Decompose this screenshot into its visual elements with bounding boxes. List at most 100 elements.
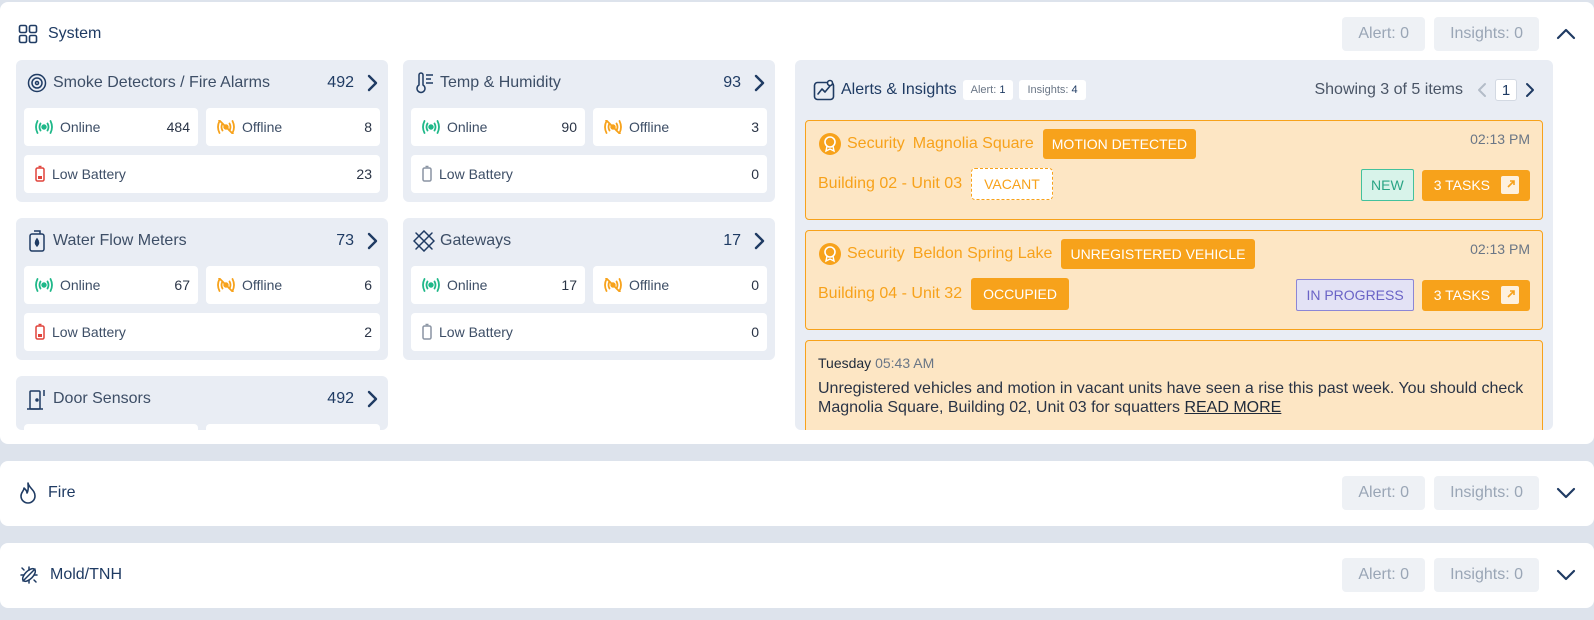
- battery-label: Low Battery: [439, 166, 513, 182]
- flame-icon: [20, 482, 36, 504]
- insights-count-pill[interactable]: Insights: 0: [1434, 476, 1539, 510]
- offline-label: Offline: [242, 119, 283, 135]
- alert-place: Beldon Spring Lake: [912, 245, 1053, 262]
- card-title: Gateways: [440, 232, 512, 249]
- alert-category: Security: [847, 245, 905, 262]
- alert-place: Magnolia Square: [912, 135, 1034, 152]
- chevron-right-icon[interactable]: [1525, 82, 1535, 98]
- expand-icon: [1501, 176, 1519, 194]
- low-battery-stat: Low Battery 23: [24, 155, 380, 193]
- occupancy-badge: OCCUPIED: [971, 278, 1069, 310]
- online-signal-icon: [35, 120, 53, 134]
- battery-icon: [422, 165, 432, 182]
- expand-button[interactable]: [1554, 481, 1578, 505]
- alert-count-pill[interactable]: Alert: 0: [1342, 558, 1426, 592]
- insights-count-pill[interactable]: Insights: 0: [1434, 17, 1539, 51]
- low-battery-stat: Low Battery 2: [24, 313, 380, 351]
- alert-category: Security: [847, 135, 905, 152]
- online-stat: Online 484: [24, 108, 198, 146]
- alert-tag: Alert: 1: [962, 80, 1014, 100]
- chevron-right-icon[interactable]: [366, 390, 378, 408]
- smoke-detectors-card: Smoke Detectors / Fire Alarms 492 Online…: [16, 60, 388, 202]
- card-count: 492: [327, 390, 354, 407]
- insights-tag-count: 4: [1071, 84, 1078, 96]
- page-number[interactable]: 1: [1495, 79, 1517, 101]
- system-title-label: System: [48, 25, 102, 42]
- chevron-down-icon: [1556, 569, 1576, 581]
- offline-stat: Offline 6: [206, 266, 380, 304]
- online-label: Online: [447, 277, 488, 293]
- online-label: Online: [60, 119, 101, 135]
- offline-label: Offline: [242, 277, 283, 293]
- online-stat: Online 67: [24, 266, 198, 304]
- chevron-right-icon[interactable]: [753, 232, 765, 250]
- occupancy-badge: VACANT: [971, 168, 1053, 200]
- insight-item: Tuesday 05:43 AM Unregistered vehicles a…: [805, 340, 1543, 430]
- offline-stat: Offline 3: [593, 108, 767, 146]
- mold-title-label: Mold/TNH: [50, 566, 123, 583]
- online-stat: Online 90: [411, 108, 585, 146]
- online-count: 484: [166, 119, 190, 135]
- mold-virus-icon: [20, 566, 38, 584]
- chevron-right-icon[interactable]: [366, 74, 378, 92]
- card-count: 93: [723, 74, 741, 91]
- collapse-button[interactable]: [1554, 22, 1578, 46]
- card-title: Water Flow Meters: [53, 232, 187, 249]
- chevron-up-icon: [1556, 28, 1576, 40]
- battery-low-icon: [35, 323, 45, 340]
- card-count: 73: [336, 232, 354, 249]
- online-signal-icon: [422, 120, 440, 134]
- online-label: Online: [447, 119, 488, 135]
- insight-text: Unregistered vehicles and motion in vaca…: [818, 380, 1524, 416]
- low-battery-stat: Low Battery 0: [411, 313, 767, 351]
- fire-title: Fire: [18, 482, 76, 504]
- card-count: 17: [723, 232, 741, 249]
- read-more-link[interactable]: READ MORE: [1184, 399, 1281, 416]
- temp-humidity-card: Temp & Humidity 93 Online 90 Offline 3 L…: [403, 60, 775, 202]
- system-panel-header: System Alert: 0 Insights: 0: [0, 16, 1594, 52]
- expand-button[interactable]: [1554, 563, 1578, 587]
- online-signal-icon: [35, 278, 53, 292]
- insights-tag-label: Insights:: [1027, 84, 1069, 96]
- insights-count-pill[interactable]: Insights: 0: [1434, 558, 1539, 592]
- tasks-button[interactable]: 3 TASKS: [1421, 279, 1530, 311]
- grid-icon: [18, 24, 38, 44]
- chevron-down-icon: [1556, 487, 1576, 499]
- alert-unit: Building 04 - Unit 32: [818, 285, 963, 302]
- expand-icon: [1501, 286, 1519, 304]
- thermometer-icon: [416, 72, 433, 94]
- online-count: 67: [174, 277, 190, 293]
- security-badge-icon: [819, 243, 841, 265]
- fire-panel: Fire Alert: 0 Insights: 0: [0, 461, 1594, 526]
- online-stat: Online 17: [411, 266, 585, 304]
- tasks-button[interactable]: 3 TASKS: [1421, 169, 1530, 201]
- battery-count: 2: [364, 324, 372, 340]
- trend-chart-icon: [813, 79, 835, 101]
- alert-item[interactable]: Security Magnolia Square MOTION DETECTED…: [805, 120, 1543, 220]
- insight-date: Tuesday 05:43 AM: [818, 355, 1530, 371]
- door-sensor-icon: [27, 390, 45, 410]
- battery-label: Low Battery: [52, 166, 126, 182]
- online-label: Online: [60, 277, 101, 293]
- offline-signal-icon: [217, 120, 235, 134]
- alert-count-pill[interactable]: Alert: 0: [1342, 17, 1426, 51]
- gateways-card: Gateways 17 Online 17 Offline 0 Low Batt…: [403, 218, 775, 360]
- door-sensors-card: Door Sensors 492: [16, 376, 388, 430]
- alert-event-badge: MOTION DETECTED: [1042, 129, 1197, 159]
- chevron-left-icon[interactable]: [1477, 82, 1487, 98]
- alert-item[interactable]: Security Beldon Spring Lake UNREGISTERED…: [805, 230, 1543, 330]
- battery-count: 0: [751, 324, 759, 340]
- insights-tag: Insights: 4: [1019, 80, 1086, 100]
- status-badge: IN PROGRESS: [1296, 279, 1414, 311]
- tasks-label: 3 TASKS: [1433, 177, 1490, 193]
- fire-title-label: Fire: [48, 484, 76, 501]
- alert-count-pill[interactable]: Alert: 0: [1342, 476, 1426, 510]
- battery-label: Low Battery: [439, 324, 513, 340]
- battery-count: 0: [751, 166, 759, 182]
- card-title: Door Sensors: [53, 390, 151, 407]
- offline-count: 3: [751, 119, 759, 135]
- chevron-right-icon[interactable]: [366, 232, 378, 250]
- smoke-detector-icon: [27, 73, 47, 93]
- alert-time: 02:13 PM: [1470, 131, 1530, 147]
- chevron-right-icon[interactable]: [753, 74, 765, 92]
